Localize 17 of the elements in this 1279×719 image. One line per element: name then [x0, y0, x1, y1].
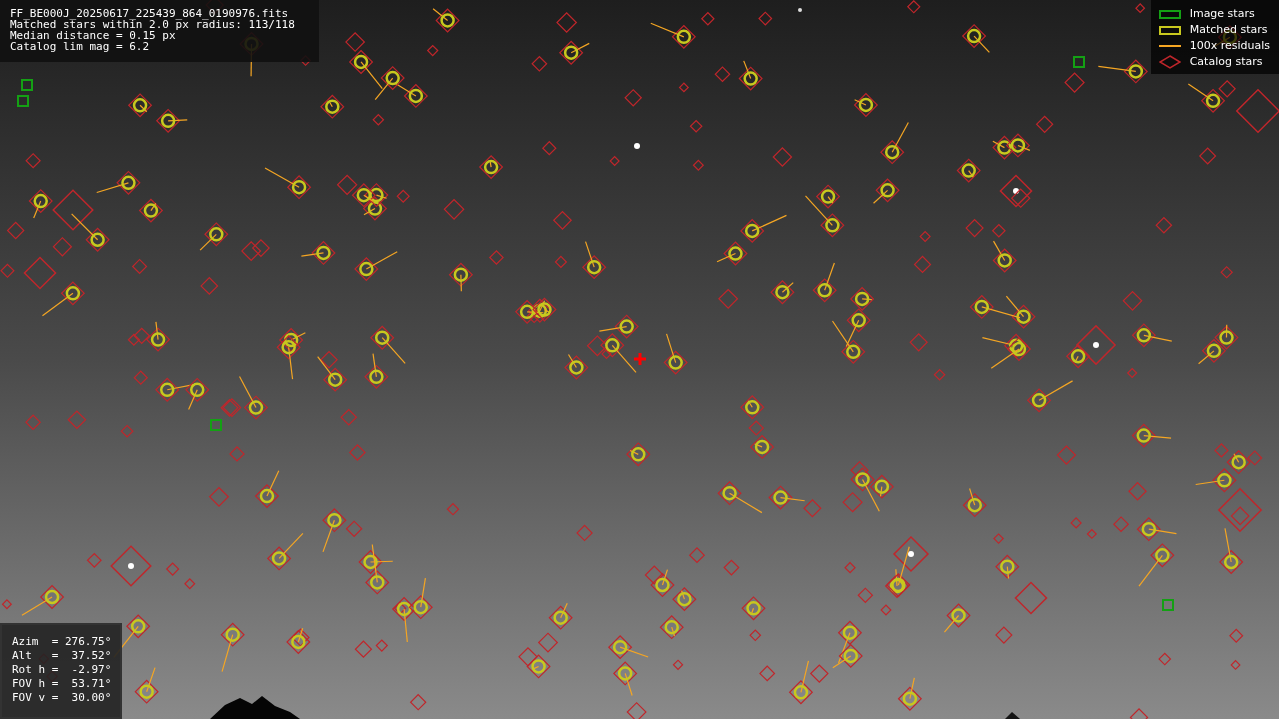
pointing-text: Azim = 276.75°	[12, 635, 110, 649]
square-icon	[1158, 9, 1181, 19]
legend-label: Image stars	[1189, 5, 1255, 22]
pointing-text: Rot h = -2.97°	[12, 663, 110, 677]
info-text: FF_BE000J_20250617_225439_864_0190976.fits	[10, 8, 290, 19]
rectangle-icon	[1158, 25, 1181, 35]
legend-label: Matched stars	[1189, 21, 1268, 38]
line-icon	[1158, 45, 1181, 47]
pointing-text: FOV h = 53.71°	[12, 677, 110, 691]
pointing-text: FOV v = 30.00°	[12, 691, 110, 705]
legend-label: Catalog stars	[1189, 53, 1263, 70]
info-text: Catalog lim mag = 6.2	[10, 41, 151, 52]
diamond-icon	[1158, 55, 1181, 69]
info-text: Median distance = 0.15 px	[10, 30, 176, 41]
pointing-text: Alt = 37.52°	[12, 649, 110, 663]
info-text: Matched stars within 2.0 px radius: 113/118	[10, 19, 296, 30]
legend-label: 100x residuals	[1189, 37, 1270, 54]
